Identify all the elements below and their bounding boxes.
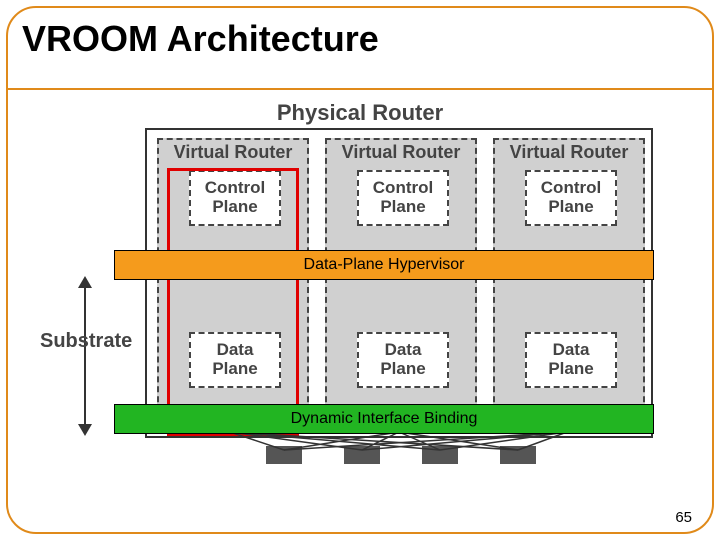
control-plane-1: ControlPlane	[189, 170, 281, 226]
virtual-router-1-label: Virtual Router	[159, 142, 307, 163]
dynamic-interface-binding-bar: Dynamic Interface Binding	[114, 404, 654, 434]
virtual-router-1: Virtual Router ControlPlane DataPlane	[157, 138, 309, 432]
data-plane-2: DataPlane	[357, 332, 449, 388]
virtual-router-3: Virtual Router ControlPlane DataPlane	[493, 138, 645, 432]
physical-router-label: Physical Router	[50, 100, 670, 126]
data-plane-hypervisor-bar: Data-Plane Hypervisor	[114, 250, 654, 280]
architecture-diagram: Physical Router Substrate Virtual Router…	[50, 100, 670, 480]
physical-router-box: Virtual Router ControlPlane DataPlane Vi…	[145, 128, 653, 438]
substrate-arrow-line	[84, 284, 86, 426]
data-plane-1: DataPlane	[189, 332, 281, 388]
virtual-router-2-label: Virtual Router	[327, 142, 475, 163]
page-number: 65	[675, 509, 692, 526]
data-plane-3: DataPlane	[525, 332, 617, 388]
nic-connection-lines	[145, 432, 653, 458]
control-plane-2: ControlPlane	[357, 170, 449, 226]
substrate-label: Substrate	[40, 330, 132, 353]
control-plane-3: ControlPlane	[525, 170, 617, 226]
virtual-router-2: Virtual Router ControlPlane DataPlane	[325, 138, 477, 432]
slide-title: VROOM Architecture	[22, 18, 379, 60]
title-divider	[8, 88, 712, 90]
virtual-router-3-label: Virtual Router	[495, 142, 643, 163]
substrate-arrow-down-icon	[78, 424, 92, 436]
